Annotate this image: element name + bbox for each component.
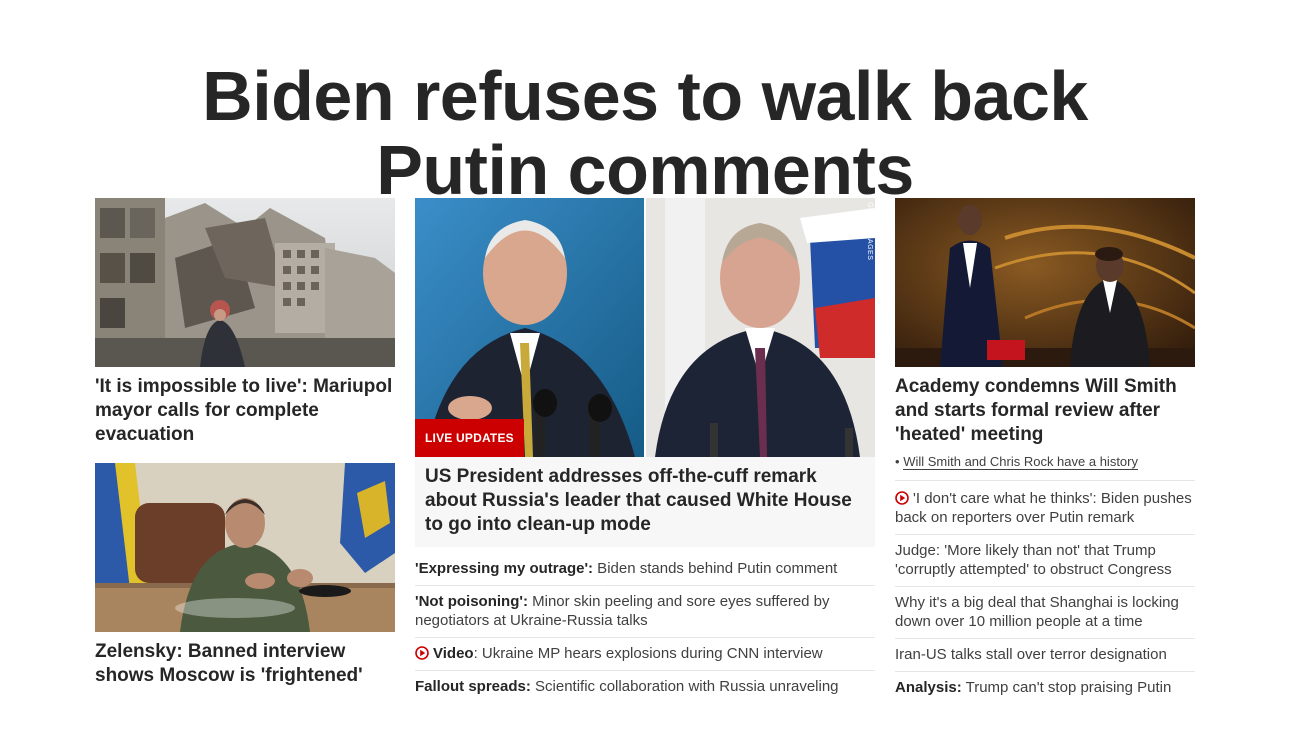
story-card[interactable]: 'It is impossible to live': Mariupol may… bbox=[95, 198, 395, 447]
related-link[interactable]: Judge: 'More likely than not' that Trump… bbox=[895, 535, 1195, 587]
link-text: Trump can't stop praising Putin bbox=[961, 679, 1172, 696]
related-link[interactable]: Analysis: Trump can't stop praising Puti… bbox=[895, 672, 1195, 704]
related-link[interactable]: 'I don't care what he thinks': Biden pus… bbox=[895, 483, 1195, 535]
headline-line-1: Biden refuses to walk back bbox=[202, 56, 1088, 135]
hero-caption[interactable]: US President addresses off-the-cuff rema… bbox=[415, 457, 875, 547]
live-updates-badge[interactable]: LIVE UPDATES bbox=[415, 419, 524, 457]
related-link[interactable]: 'Expressing my outrage': Biden stands be… bbox=[415, 553, 875, 586]
link-text: Biden stands behind Putin comment bbox=[593, 560, 838, 577]
story-title[interactable]: 'It is impossible to live': Mariupol may… bbox=[95, 375, 395, 447]
right-related-links: 'I don't care what he thinks': Biden pus… bbox=[895, 483, 1195, 704]
zelensky-image[interactable] bbox=[95, 463, 395, 632]
link-text: Judge: 'More likely than not' that Trump… bbox=[895, 542, 1172, 578]
center-column: GETTY IMAGES LIVE UPDATES US President a… bbox=[415, 198, 875, 703]
center-related-links: 'Expressing my outrage': Biden stands be… bbox=[415, 553, 875, 703]
right-column: Academy condemns Will Smith and starts f… bbox=[895, 198, 1195, 704]
related-link[interactable]: Why it's a big deal that Shanghai is loc… bbox=[895, 587, 1195, 639]
link-lead: Analysis: bbox=[895, 679, 962, 696]
mariupol-image[interactable] bbox=[95, 198, 395, 367]
play-icon bbox=[415, 646, 429, 660]
related-link[interactable]: Video: Ukraine MP hears explosions durin… bbox=[415, 638, 875, 671]
left-column: 'It is impossible to live': Mariupol may… bbox=[95, 198, 395, 688]
link-lead: Video bbox=[433, 645, 474, 662]
link-text: 'I don't care what he thinks': Biden pus… bbox=[895, 490, 1192, 526]
link-text: Iran-US talks stall over terror designat… bbox=[895, 646, 1167, 663]
related-bullet[interactable]: • Will Smith and Chris Rock have a histo… bbox=[895, 453, 1195, 481]
story-title[interactable]: Academy condemns Will Smith and starts f… bbox=[895, 375, 1195, 447]
link-lead: 'Expressing my outrage': bbox=[415, 560, 594, 577]
link-lead: 'Not poisoning': bbox=[415, 593, 528, 610]
link-text: Why it's a big deal that Shanghai is loc… bbox=[895, 594, 1179, 630]
hero-image[interactable]: GETTY IMAGES LIVE UPDATES bbox=[415, 198, 875, 457]
main-headline[interactable]: Biden refuses to walk back Putin comment… bbox=[0, 59, 1290, 207]
photo-credit: GETTY IMAGES bbox=[866, 202, 873, 261]
bullet-marker: • bbox=[895, 454, 900, 469]
link-lead: Fallout spreads: bbox=[415, 678, 531, 695]
oscars-image[interactable] bbox=[895, 198, 1195, 367]
play-icon bbox=[895, 491, 909, 505]
story-card[interactable]: Zelensky: Banned interview shows Moscow … bbox=[95, 463, 395, 688]
link-text: Scientific collaboration with Russia unr… bbox=[530, 678, 839, 695]
link-text: : Ukraine MP hears explosions during CNN… bbox=[473, 645, 823, 662]
related-link[interactable]: Fallout spreads: Scientific collaboratio… bbox=[415, 671, 875, 703]
related-link[interactable]: 'Not poisoning': Minor skin peeling and … bbox=[415, 586, 875, 638]
bullet-link[interactable]: Will Smith and Chris Rock have a history bbox=[903, 454, 1138, 470]
related-link[interactable]: Iran-US talks stall over terror designat… bbox=[895, 639, 1195, 672]
lead-story-title[interactable]: US President addresses off-the-cuff rema… bbox=[425, 465, 865, 537]
story-title[interactable]: Zelensky: Banned interview shows Moscow … bbox=[95, 640, 395, 688]
